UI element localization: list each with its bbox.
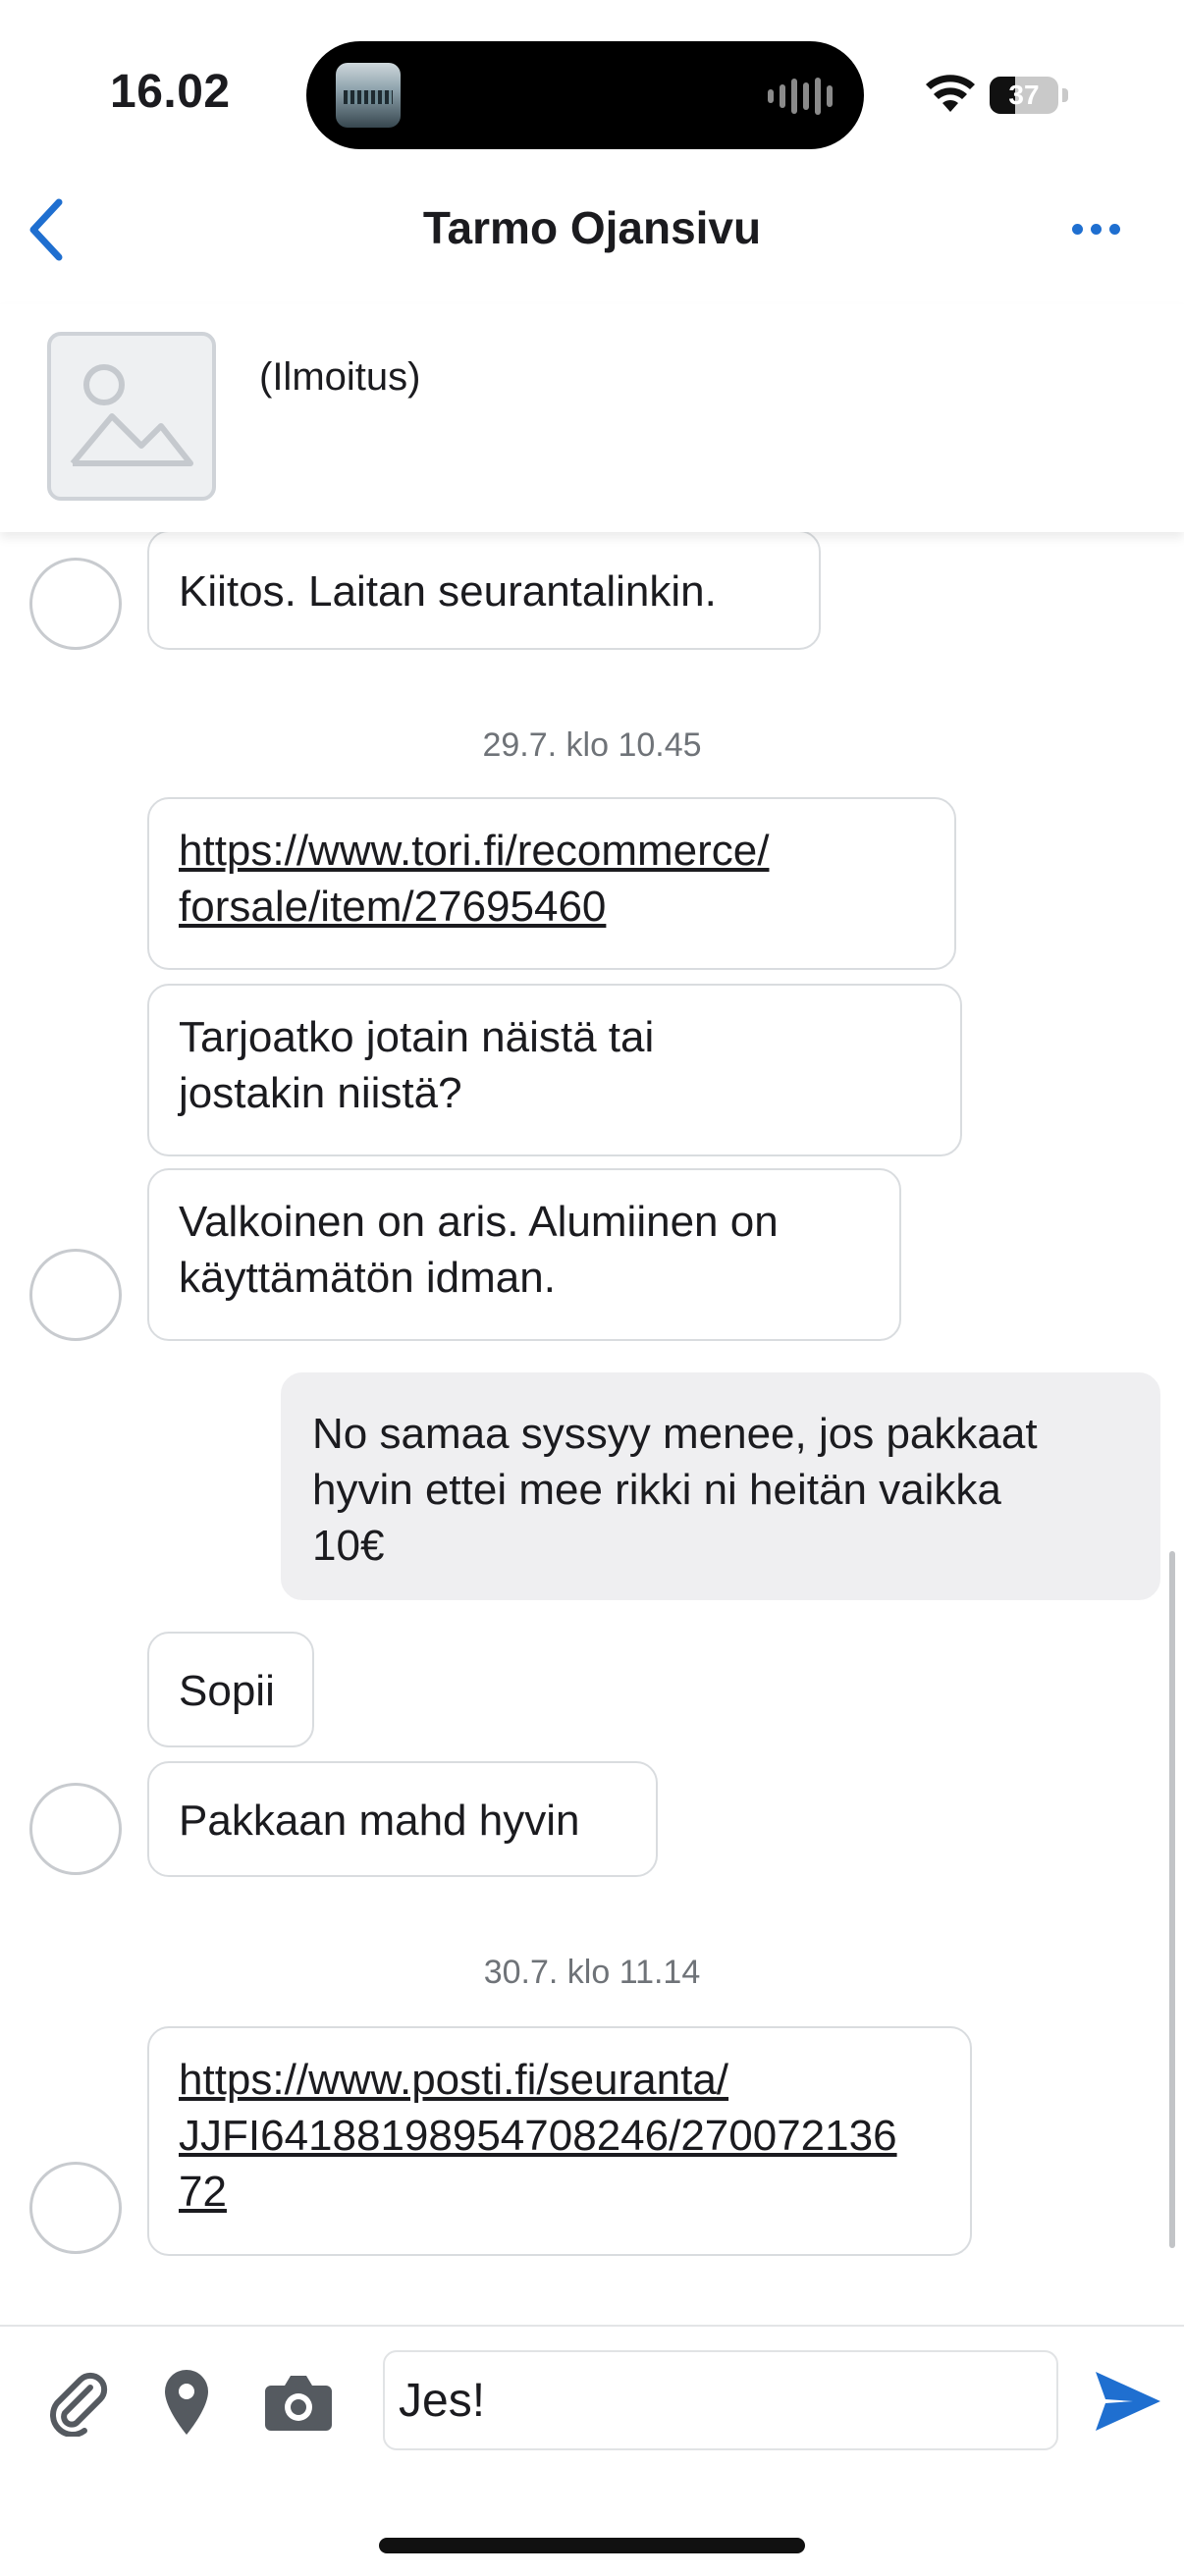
- message-text: Pakkaan mahd hyvin: [179, 1797, 580, 1845]
- avatar: [29, 1783, 122, 1875]
- home-indicator: [379, 2538, 805, 2553]
- send-icon[interactable]: [1090, 2364, 1164, 2439]
- message-bubble-incoming[interactable]: Valkoinen on aris. Alumiinen on käyttämä…: [147, 1168, 901, 1341]
- message-link[interactable]: 72: [179, 2164, 950, 2220]
- scrollbar[interactable]: [1169, 1551, 1175, 2248]
- message-text: hyvin ettei mee rikki ni heitän vaikka: [312, 1466, 1001, 1514]
- message-text: Valkoinen on aris. Alumiinen on: [179, 1198, 779, 1246]
- now-playing-artwork: [336, 63, 401, 128]
- listing-title: (Ilmoitus): [259, 355, 421, 399]
- ellipsis-icon[interactable]: [1060, 202, 1131, 255]
- message-text: Sopii: [179, 1667, 275, 1715]
- message-bubble-incoming[interactable]: Tarjoatko jotain näistä tai jostakin nii…: [147, 984, 962, 1156]
- dynamic-island[interactable]: [306, 41, 864, 149]
- paperclip-icon[interactable]: [43, 2368, 112, 2437]
- message-link[interactable]: forsale/item/27695460: [179, 879, 935, 935]
- status-time: 16.02: [110, 66, 231, 118]
- avatar: [29, 2162, 122, 2254]
- message-bubble-incoming[interactable]: Sopii: [147, 1632, 314, 1747]
- message-text: käyttämätön idman.: [179, 1254, 556, 1302]
- avatar: [29, 558, 122, 650]
- message-text: jostakin niistä?: [179, 1069, 462, 1117]
- message-bubble-incoming[interactable]: Kiitos. Laitan seurantalinkin.: [147, 530, 821, 650]
- date-separator: 30.7. klo 11.14: [483, 1954, 701, 1991]
- message-link[interactable]: https://www.posti.fi/seuranta/: [179, 2052, 950, 2108]
- listing-card[interactable]: (Ilmoitus): [0, 304, 1184, 532]
- message-bubble-incoming[interactable]: https://www.tori.fi/recommerce/ forsale/…: [147, 797, 956, 970]
- battery-level: 37: [1008, 80, 1040, 110]
- date-separator: 29.7. klo 10.45: [482, 726, 702, 764]
- message-bubble-incoming[interactable]: Pakkaan mahd hyvin: [147, 1761, 658, 1877]
- message-text: No samaa syssyy menee, jos pakkaat: [312, 1410, 1038, 1458]
- message-link[interactable]: JJFI64188198954708246/270072136: [179, 2108, 950, 2164]
- status-bar: 16.02 37: [0, 0, 1184, 187]
- message-text: 10€: [312, 1522, 385, 1570]
- message-link[interactable]: https://www.tori.fi/recommerce/: [179, 823, 935, 879]
- message-bubble-incoming[interactable]: https://www.posti.fi/seuranta/ JJFI64188…: [147, 2026, 972, 2256]
- conversation-title: Tarmo Ojansivu: [422, 202, 762, 253]
- wifi-icon: [926, 75, 975, 112]
- camera-icon[interactable]: [263, 2370, 334, 2433]
- battery-icon: 37: [990, 77, 1068, 114]
- image-placeholder-icon: [47, 332, 216, 501]
- audio-waveform-icon: [768, 77, 833, 116]
- location-pin-icon[interactable]: [157, 2366, 216, 2439]
- avatar: [29, 1249, 122, 1341]
- message-text: Kiitos. Laitan seurantalinkin.: [179, 567, 717, 616]
- message-text: Tarjoatko jotain näistä tai: [179, 1013, 655, 1061]
- message-input[interactable]: [383, 2350, 1058, 2450]
- message-bubble-outgoing[interactable]: No samaa syssyy menee, jos pakkaat hyvin…: [281, 1372, 1160, 1600]
